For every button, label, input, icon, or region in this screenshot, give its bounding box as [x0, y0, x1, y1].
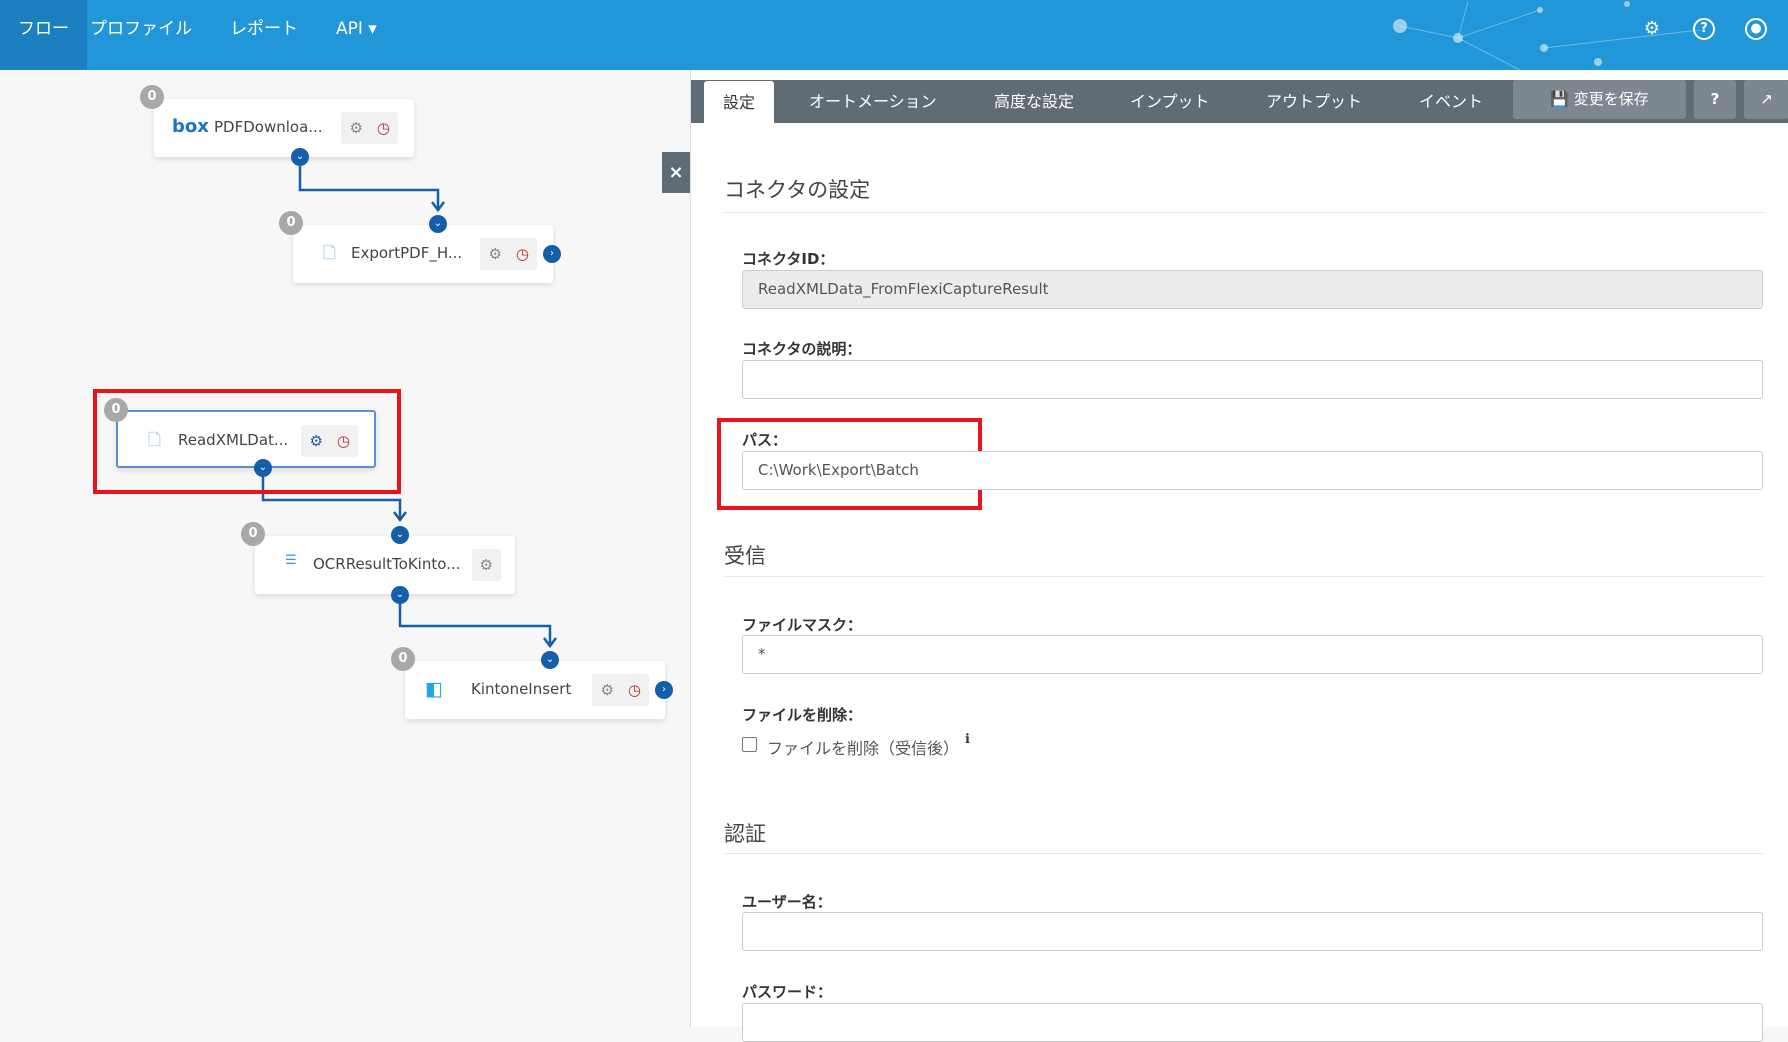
help-button[interactable]: ? — [1694, 80, 1736, 119]
delete-file-label: ファイルを削除： — [742, 706, 863, 724]
count-badge: 0 — [391, 647, 415, 671]
count-badge: 0 — [279, 211, 303, 235]
clock-icon[interactable]: ◷ — [377, 119, 390, 137]
divider — [724, 853, 1764, 854]
description-label: コネクタの説明： — [742, 340, 862, 358]
tab-output[interactable]: アウトプット — [1254, 80, 1374, 123]
clock-icon[interactable]: ◷ — [516, 245, 529, 263]
auth-title: 認証 — [724, 822, 766, 846]
divider — [724, 576, 1764, 577]
xml-map-icon: ☰ — [285, 553, 297, 568]
gear-icon[interactable]: ⚙ — [488, 245, 501, 263]
input-port[interactable]: ⌄ — [541, 651, 559, 669]
gear-icon[interactable]: ⚙ — [480, 556, 493, 574]
connector — [298, 166, 440, 208]
clock-icon[interactable]: ◷ — [628, 681, 641, 699]
delete-file-checkbox[interactable] — [742, 737, 757, 752]
password-label: パスワード： — [742, 983, 833, 1001]
flow-node-readxml[interactable]: 0 🗋 ReadXMLDat... ⚙ ◷ ⌄ — [104, 398, 376, 477]
divider — [724, 212, 1764, 213]
box-logo-icon: box — [172, 116, 209, 137]
network-decoration — [1393, 1, 1701, 70]
gear-icon[interactable]: ⚙ — [600, 681, 613, 699]
count-badge: 0 — [241, 522, 265, 546]
user-icon[interactable]: ● — [1745, 18, 1767, 40]
output-port[interactable]: ⌄ — [254, 459, 272, 477]
close-panel-button[interactable]: × — [662, 152, 690, 193]
section-title: コネクタの設定 — [724, 178, 871, 202]
username-label: ユーザー名： — [742, 893, 832, 911]
next-port[interactable]: › — [543, 245, 561, 263]
flow-node-ocrresult[interactable]: 0 ☰ OCRResultToKinto... ⚙ ⌄ ⌄ — [241, 522, 515, 604]
gear-icon[interactable]: ⚙ — [1641, 18, 1663, 40]
description-textarea[interactable] — [742, 360, 1763, 399]
password-input[interactable] — [742, 1003, 1763, 1042]
count-badge: 0 — [104, 398, 128, 422]
node-name: KintoneInsert — [471, 680, 572, 698]
top-nav-bar: フロー プロファイル レポート API ▾ ⚙ ? ● — [0, 0, 1788, 70]
flow-node-pdfdownload[interactable]: 0 box PDFDownloa... ⚙ ◷ ⌄ — [140, 85, 414, 166]
gear-icon[interactable]: ⚙ — [309, 432, 322, 450]
username-input[interactable] — [742, 912, 1763, 951]
node-name: OCRResultToKinto... — [313, 555, 461, 573]
node-actions: ⚙ ◷ — [592, 674, 649, 706]
flow-node-kintoneinsert[interactable]: 0 ◧ KintoneInsert ⚙ ◷ ⌄ › — [391, 647, 673, 719]
count-badge: 0 — [140, 85, 164, 109]
connector-id-label: コネクタID： — [742, 250, 835, 268]
file-mask-label: ファイルマスク： — [742, 616, 863, 634]
kintone-icon: ◧ — [425, 678, 443, 700]
input-port[interactable]: ⌄ — [429, 215, 447, 233]
file-mask-input[interactable]: * — [742, 635, 1763, 674]
input-port[interactable]: ⌄ — [391, 526, 409, 544]
nav-profile[interactable]: プロファイル — [72, 0, 210, 70]
node-actions: ⚙ ◷ — [341, 112, 398, 144]
tab-events[interactable]: イベント — [1407, 80, 1495, 123]
save-changes-button[interactable]: 💾 変更を保存 — [1513, 80, 1686, 119]
gear-icon[interactable]: ⚙ — [349, 119, 362, 137]
output-port[interactable]: ⌄ — [391, 586, 409, 604]
receive-title: 受信 — [724, 544, 766, 568]
help-icon[interactable]: ? — [1693, 18, 1715, 40]
node-actions: ⚙ ◷ — [480, 238, 537, 270]
flow-canvas: 0 box PDFDownloa... ⚙ ◷ ⌄ 0 🗋 ExportPDF_H… — [0, 70, 690, 1027]
info-icon[interactable]: ℹ — [965, 732, 970, 747]
delete-file-checkbox-label[interactable]: ファイルを削除（受信後） — [767, 735, 959, 759]
clock-icon[interactable]: ◷ — [337, 432, 350, 450]
tab-input[interactable]: インプット — [1118, 80, 1222, 123]
node-name: PDFDownloa... — [214, 118, 323, 136]
node-name: ExportPDF_H... — [351, 244, 463, 262]
file-icon: 🗋 — [148, 430, 161, 449]
popout-button[interactable]: ↗ — [1744, 80, 1788, 119]
next-port[interactable]: › — [655, 681, 673, 699]
path-label: パス： — [742, 431, 788, 449]
connector-id-field[interactable]: ReadXMLData_FromFlexiCaptureResult — [742, 270, 1763, 309]
tab-settings[interactable]: 設定 — [704, 81, 774, 124]
output-port[interactable]: ⌄ — [291, 148, 309, 166]
file-icon: 🗋 — [323, 243, 336, 262]
path-input[interactable]: C:\Work\Export\Batch — [742, 451, 1763, 490]
nav-api[interactable]: API ▾ — [318, 0, 395, 70]
connector-settings-panel: 設定 オートメーション 高度な設定 インプット アウトプット イベント 💾 変更… — [690, 70, 1788, 1042]
flow-node-exportpdf[interactable]: 0 🗋 ExportPDF_H... ⚙ ◷ ⌄ › — [279, 211, 561, 283]
connector — [398, 596, 552, 644]
node-actions: ⚙ — [471, 549, 501, 581]
node-actions: ⚙ ◷ — [301, 425, 358, 457]
nav-report[interactable]: レポート — [212, 0, 316, 70]
tab-automation[interactable]: オートメーション — [797, 80, 949, 123]
node-name: ReadXMLDat... — [178, 431, 289, 449]
tab-bar: 設定 オートメーション 高度な設定 インプット アウトプット イベント 💾 変更… — [691, 80, 1788, 124]
tab-advanced[interactable]: 高度な設定 — [982, 80, 1086, 123]
